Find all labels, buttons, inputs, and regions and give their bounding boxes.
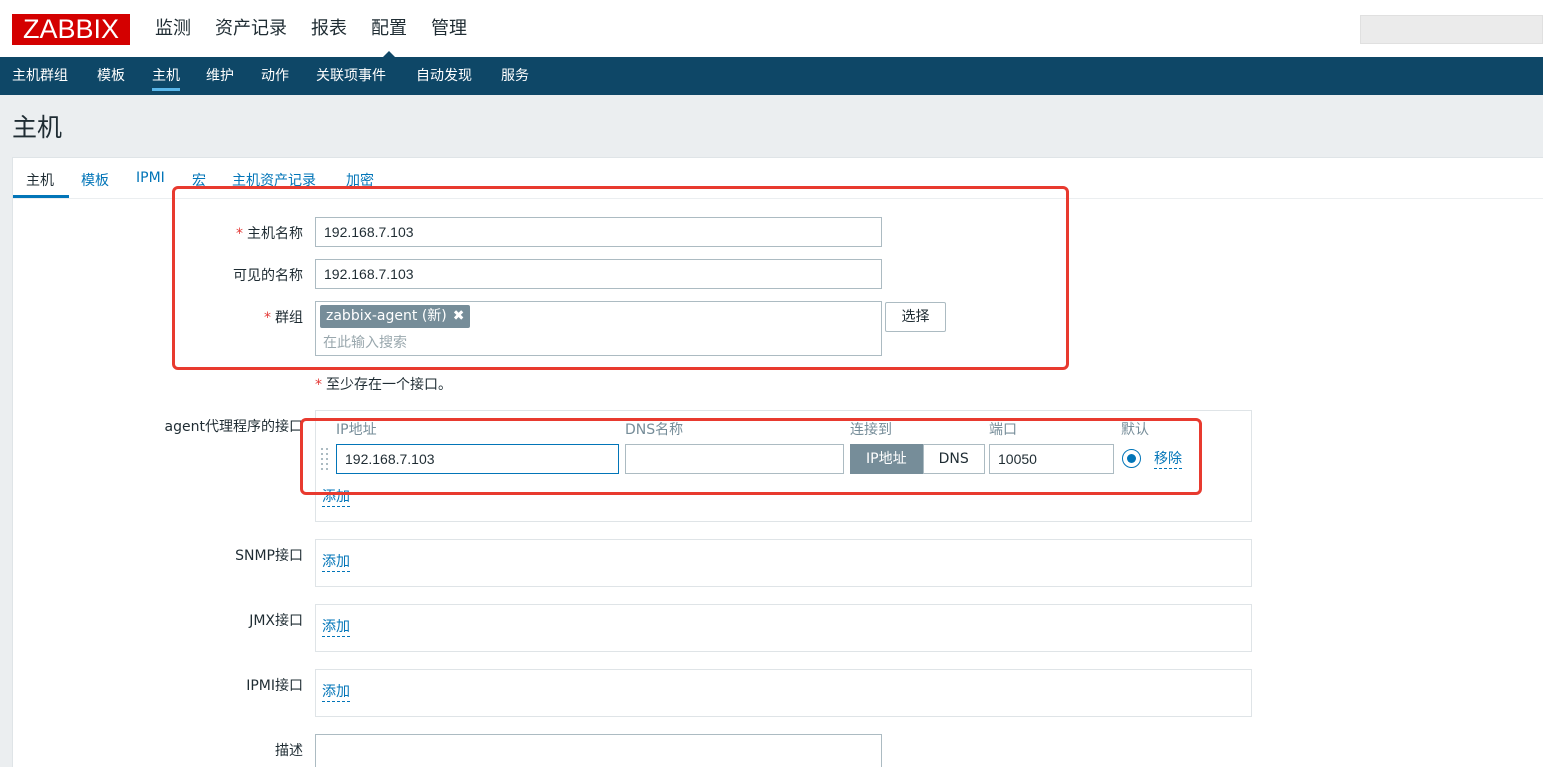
add-agent-interface-link[interactable]: 添加: [322, 489, 350, 507]
global-search-input[interactable]: [1360, 15, 1543, 44]
remove-interface-link[interactable]: 移除: [1154, 451, 1182, 469]
host-name-input[interactable]: 192.168.7.103: [315, 217, 882, 247]
submenu-event-correlation[interactable]: 关联项事件: [316, 67, 386, 91]
add-jmx-interface-link[interactable]: 添加: [322, 619, 350, 637]
submenu-maintenance[interactable]: 维护: [206, 67, 234, 91]
snmp-interfaces-box: 添加: [315, 539, 1252, 587]
visible-name-input[interactable]: 192.168.7.103: [315, 259, 882, 289]
select-groups-button[interactable]: 选择: [885, 302, 946, 332]
connect-dns-option[interactable]: DNS: [922, 444, 985, 474]
tab-host-inventory[interactable]: 主机资产记录: [232, 170, 316, 198]
connect-to-toggle: IP地址 DNS: [850, 444, 985, 474]
submenu-services[interactable]: 服务: [501, 67, 529, 91]
main-menu: 监测 资产记录 报表 配置 管理: [155, 17, 491, 58]
group-tag-label: zabbix-agent (新): [326, 308, 447, 324]
remove-tag-icon[interactable]: ✖: [453, 308, 465, 324]
agent-dns-input[interactable]: [625, 444, 844, 474]
menu-monitoring[interactable]: 监测: [155, 17, 191, 41]
ipmi-interfaces-label: IPMI接口: [246, 678, 303, 694]
tab-macros[interactable]: 宏: [192, 170, 206, 198]
host-name-label: * 主机名称: [236, 226, 303, 242]
description-textarea[interactable]: [315, 734, 882, 767]
add-ipmi-interface-link[interactable]: 添加: [322, 684, 350, 702]
menu-configuration[interactable]: 配置: [371, 17, 407, 58]
header-connect-to: 连接到: [850, 422, 892, 438]
agent-interfaces-box: IP地址 DNS名称 连接到 端口 默认 192.168.7.103 IP地址 …: [315, 410, 1252, 522]
zabbix-logo[interactable]: ZABBIX: [12, 14, 130, 45]
agent-ip-input[interactable]: 192.168.7.103: [336, 444, 619, 474]
submenu-templates[interactable]: 模板: [97, 67, 125, 91]
page-title: 主机: [12, 113, 63, 142]
tab-encryption[interactable]: 加密: [346, 170, 374, 198]
default-interface-radio[interactable]: [1122, 449, 1141, 468]
menu-administration[interactable]: 管理: [431, 17, 467, 41]
interface-note: * 至少存在一个接口。: [315, 377, 452, 393]
jmx-interfaces-label: JMX接口: [249, 613, 303, 629]
agent-port-input[interactable]: 10050: [989, 444, 1114, 474]
groups-multiselect[interactable]: zabbix-agent (新) ✖ 在此输入搜索: [315, 301, 882, 356]
group-tag: zabbix-agent (新) ✖: [320, 305, 471, 328]
submenu-actions[interactable]: 动作: [261, 67, 289, 91]
header-dns: DNS名称: [625, 422, 684, 438]
ipmi-interfaces-box: 添加: [315, 669, 1252, 717]
header-ip: IP地址: [336, 422, 377, 438]
tab-host[interactable]: 主机: [13, 170, 69, 198]
form-tabs: 主机 模板 IPMI 宏 主机资产记录 加密: [13, 158, 1543, 199]
menu-inventory[interactable]: 资产记录: [215, 17, 287, 41]
jmx-interfaces-box: 添加: [315, 604, 1252, 652]
groups-label: * 群组: [264, 310, 303, 326]
tab-templates[interactable]: 模板: [81, 170, 109, 198]
visible-name-label: 可见的名称: [233, 268, 303, 284]
groups-search-placeholder[interactable]: 在此输入搜索: [323, 332, 407, 352]
header-default: 默认: [1121, 422, 1149, 438]
submenu-discovery[interactable]: 自动发现: [416, 67, 472, 91]
tab-ipmi[interactable]: IPMI: [136, 170, 165, 198]
submenu-hosts[interactable]: 主机: [152, 67, 180, 91]
sub-menu: 主机群组 模板 主机 维护 动作 关联项事件 自动发现 服务: [0, 57, 1543, 95]
agent-interfaces-label: agent代理程序的接口: [164, 419, 303, 435]
connect-ip-option[interactable]: IP地址: [850, 444, 923, 474]
top-header: ZABBIX 监测 资产记录 报表 配置 管理: [0, 0, 1543, 58]
add-snmp-interface-link[interactable]: 添加: [322, 554, 350, 572]
submenu-host-groups[interactable]: 主机群组: [12, 67, 68, 91]
menu-reports[interactable]: 报表: [311, 17, 347, 41]
snmp-interfaces-label: SNMP接口: [235, 548, 303, 564]
host-form: 主机 模板 IPMI 宏 主机资产记录 加密 * 主机名称 192.168.7.1…: [12, 157, 1543, 767]
header-port: 端口: [989, 422, 1017, 438]
drag-handle-icon[interactable]: [321, 448, 331, 472]
description-label: 描述: [275, 743, 303, 759]
